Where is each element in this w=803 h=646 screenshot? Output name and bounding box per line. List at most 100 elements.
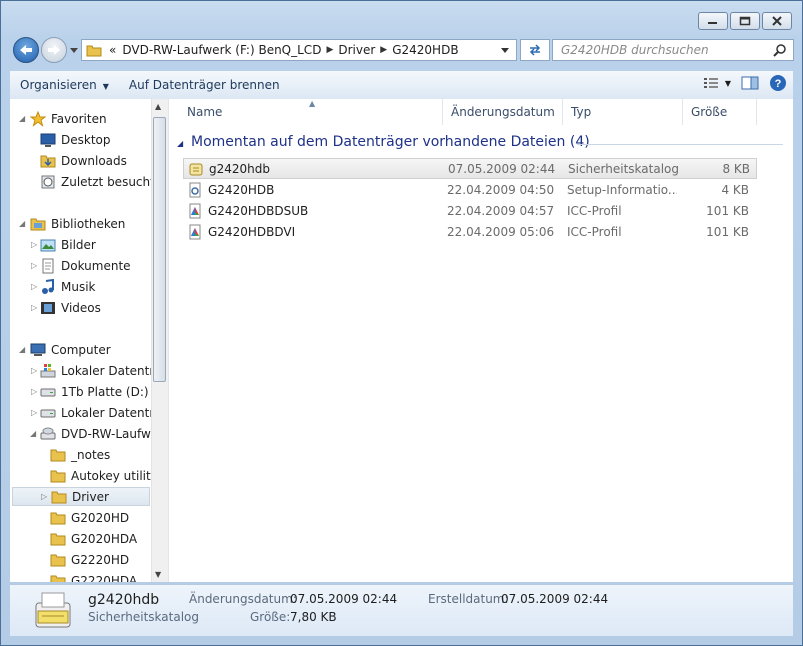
column-header-date[interactable]: Änderungsdatum xyxy=(443,99,563,125)
breadcrumb-g2420hdb[interactable]: G2420HDB xyxy=(389,43,461,57)
details-created-label: Erstelldatum: xyxy=(428,592,509,606)
scrollbar-thumb[interactable] xyxy=(153,117,166,382)
details-pane: g2420hdb Sicherheitskatalog Änderungsdat… xyxy=(10,584,793,636)
navigation-scrollbar[interactable]: ▲ ▼ xyxy=(151,99,168,582)
file-row[interactable]: G2420HDBDSUB 22.04.2009 04:57 ICC-Profil… xyxy=(183,200,757,221)
command-bar: Organisieren ▼ Auf Datenträger brennen ▼ … xyxy=(10,71,793,100)
nav-folder-g2220hd[interactable]: G2220HD xyxy=(50,550,129,569)
nav-drive-f[interactable]: DVD-RW-Laufwerk (F:) BenQ_LCD xyxy=(40,424,168,443)
column-label: Größe xyxy=(691,105,728,119)
nav-drive-d[interactable]: 1Tb Platte (D:) xyxy=(40,382,149,401)
maximize-button[interactable] xyxy=(730,12,760,30)
group-collapse-icon[interactable]: ◢ xyxy=(177,139,183,148)
address-overflow[interactable]: « xyxy=(106,43,119,57)
minimize-button[interactable] xyxy=(698,12,728,30)
collapse-arrow-icon[interactable]: ◢ xyxy=(30,429,36,438)
nav-documents[interactable]: Dokumente xyxy=(40,256,131,275)
expand-arrow-icon[interactable]: ▷ xyxy=(31,303,37,312)
maximize-icon xyxy=(739,16,751,26)
nav-libraries[interactable]: Bibliotheken xyxy=(30,214,125,233)
nav-folder-g2020hd[interactable]: G2020HD xyxy=(50,508,129,527)
collapse-arrow-icon[interactable]: ◢ xyxy=(19,114,25,123)
expand-arrow-icon[interactable]: ▷ xyxy=(31,366,37,375)
details-size-value: 7,80 KB xyxy=(290,610,337,624)
file-name: G2420HDB xyxy=(208,182,275,197)
nav-label: Desktop xyxy=(61,132,111,147)
documents-icon xyxy=(42,258,54,273)
nav-pictures[interactable]: Bilder xyxy=(40,235,96,254)
close-button[interactable] xyxy=(762,12,792,30)
nav-folder-driver[interactable]: ▷ Driver xyxy=(12,487,150,506)
file-size: 101 KB xyxy=(706,224,749,239)
file-type: ICC-Profil xyxy=(567,203,622,218)
column-header-size[interactable]: Größe xyxy=(683,99,757,125)
file-name: G2420HDBDSUB xyxy=(208,203,309,218)
group-header[interactable]: Momentan auf dem Datenträger vorhandene … xyxy=(191,134,590,150)
nav-folder-g2220hda[interactable]: G2220HDA xyxy=(50,571,137,582)
address-dropdown-icon[interactable] xyxy=(500,46,510,54)
column-header-name[interactable]: Name xyxy=(179,99,443,125)
nav-label: Autokey utility xyxy=(71,468,158,483)
nav-drive-c[interactable]: Lokaler Datenträger (C:) xyxy=(40,361,168,380)
setup-info-icon xyxy=(189,182,201,197)
breadcrumb-driver[interactable]: Driver xyxy=(335,43,378,57)
file-name: g2420hdb xyxy=(209,161,270,176)
file-row[interactable]: G2420HDB 22.04.2009 04:50 Setup-Informat… xyxy=(183,179,757,200)
nav-label: _notes xyxy=(71,447,111,462)
expand-arrow-icon[interactable]: ▷ xyxy=(31,408,37,417)
file-list-pane: ▲ Name Änderungsdatum Typ Größe ◢ Moment… xyxy=(169,99,793,582)
nav-label: Bilder xyxy=(61,237,96,252)
nav-drive-e[interactable]: Lokaler Datenträger (E:) xyxy=(40,403,168,422)
collapse-arrow-icon[interactable]: ◢ xyxy=(19,219,25,228)
nav-folder-autokey[interactable]: Autokey utility xyxy=(50,466,158,485)
file-row[interactable]: G2420HDBDVI 22.04.2009 05:06 ICC-Profil … xyxy=(183,221,757,242)
burn-button[interactable]: Auf Datenträger brennen xyxy=(119,74,290,96)
breadcrumb-separator-icon[interactable]: ▶ xyxy=(378,45,389,55)
security-catalog-large-icon xyxy=(35,592,71,628)
close-icon xyxy=(772,16,782,26)
expand-arrow-icon[interactable]: ▷ xyxy=(31,240,37,249)
search-icon[interactable] xyxy=(773,43,787,57)
back-button[interactable] xyxy=(13,37,39,63)
help-icon[interactable]: ? xyxy=(769,74,787,92)
search-input[interactable]: G2420HDB durchsuchen xyxy=(552,39,794,61)
address-bar[interactable]: « DVD-RW-Laufwerk (F:) BenQ_LCD ▶ Driver… xyxy=(81,39,517,61)
nav-desktop[interactable]: Desktop xyxy=(40,130,111,149)
chevron-down-icon: ▼ xyxy=(102,82,109,91)
view-options-button[interactable]: ▼ xyxy=(703,76,731,90)
nav-videos[interactable]: Videos xyxy=(40,298,101,317)
expand-arrow-icon[interactable]: ▷ xyxy=(31,261,37,270)
nav-music[interactable]: Musik xyxy=(40,277,96,296)
details-modified-label: Änderungsdatum: xyxy=(189,592,297,606)
forward-button[interactable] xyxy=(41,37,67,63)
column-header-type[interactable]: Typ xyxy=(563,99,683,125)
nav-recent[interactable]: Zuletzt besucht xyxy=(40,172,155,191)
chevron-down-icon: ▼ xyxy=(724,78,731,88)
expand-arrow-icon[interactable]: ▷ xyxy=(31,282,37,291)
preview-pane-icon[interactable] xyxy=(741,75,759,91)
breadcrumb-dvd[interactable]: DVD-RW-Laufwerk (F:) BenQ_LCD xyxy=(119,43,324,57)
scroll-up-icon[interactable]: ▲ xyxy=(155,102,161,111)
refresh-button[interactable] xyxy=(520,39,550,61)
nav-downloads[interactable]: Downloads xyxy=(40,151,127,170)
address-row: « DVD-RW-Laufwerk (F:) BenQ_LCD ▶ Driver… xyxy=(11,37,794,65)
music-icon xyxy=(42,278,54,294)
collapse-arrow-icon[interactable]: ◢ xyxy=(19,345,25,354)
nav-folder-g2020hda[interactable]: G2020HDA xyxy=(50,529,137,548)
scroll-down-icon[interactable]: ▼ xyxy=(155,570,161,579)
history-dropdown-icon[interactable] xyxy=(69,45,79,55)
nav-favorites[interactable]: Favoriten xyxy=(30,109,107,128)
file-type: ICC-Profil xyxy=(567,224,622,239)
expand-arrow-icon[interactable]: ▷ xyxy=(31,387,37,396)
expand-arrow-icon[interactable]: ▷ xyxy=(41,492,47,501)
nav-label: G2020HDA xyxy=(71,531,138,546)
folder-icon xyxy=(50,512,66,524)
nav-folder-notes[interactable]: _notes xyxy=(50,445,110,464)
file-row[interactable]: g2420hdb 07.05.2009 02:44 Sicherheitskat… xyxy=(183,158,757,179)
folder-icon xyxy=(50,533,66,545)
breadcrumb-separator-icon[interactable]: ▶ xyxy=(324,45,335,55)
organize-button[interactable]: Organisieren ▼ xyxy=(10,74,119,96)
icc-profile-icon xyxy=(189,224,201,239)
recent-places-icon xyxy=(41,175,55,188)
nav-computer[interactable]: Computer xyxy=(30,340,111,359)
